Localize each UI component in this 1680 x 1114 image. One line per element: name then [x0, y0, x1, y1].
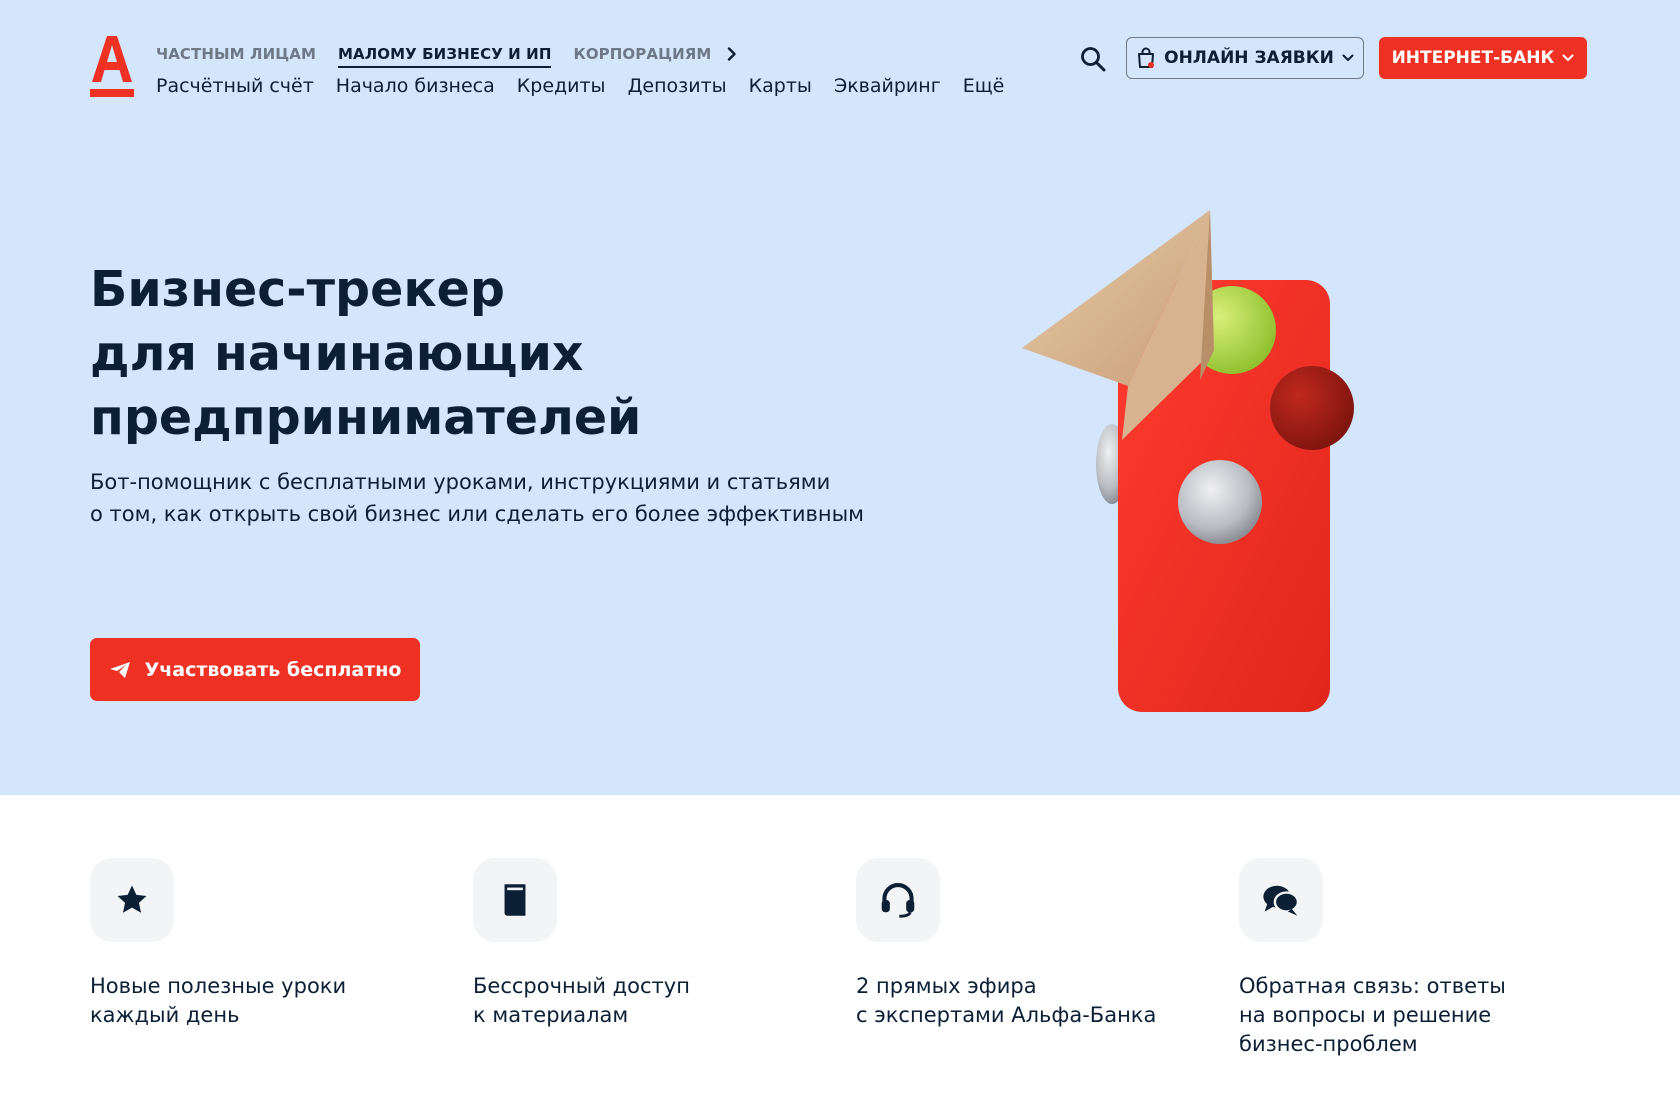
menu-item-acquiring[interactable]: Эквайринг: [834, 75, 941, 97]
chevron-down-icon: [1562, 54, 1574, 61]
subtitle-line: Бот-помощник с бесплатными уроками, инст…: [90, 470, 831, 494]
feature-item: Обратная связь: ответы на вопросы и реше…: [1239, 858, 1599, 1059]
menu-item-business-start[interactable]: Начало бизнеса: [336, 75, 495, 97]
feature-line: Новые полезные уроки: [90, 974, 347, 998]
segment-small-business[interactable]: МАЛОМУ БИЗНЕСУ И ИП: [337, 45, 552, 68]
menu-item-account[interactable]: Расчётный счёт: [156, 75, 314, 97]
segment-private[interactable]: ЧАСТНЫМ ЛИЦАМ: [156, 45, 316, 63]
telegram-plane-icon: [109, 661, 130, 678]
cta-label: Участвовать бесплатно: [144, 658, 402, 681]
title-line: Бизнес-трекер: [90, 261, 505, 318]
alfa-logo-icon[interactable]: [90, 34, 134, 98]
headset-icon: [881, 883, 915, 918]
internet-bank-label: ИНТЕРНЕТ-БАНК: [1391, 48, 1555, 68]
feature-text: Обратная связь: ответы на вопросы и реше…: [1239, 972, 1599, 1059]
chat-bubbles-icon: [1263, 885, 1300, 916]
feature-icon-tile: [1239, 858, 1323, 942]
feature-line: на вопросы и решение: [1239, 1003, 1492, 1027]
feature-line: к материалам: [473, 1003, 629, 1027]
shopping-bag-icon: [1138, 47, 1155, 68]
feature-item: Новые полезные уроки каждый день: [90, 858, 450, 1030]
chevron-right-icon[interactable]: [725, 47, 739, 61]
participate-free-button[interactable]: Участвовать бесплатно: [90, 638, 420, 701]
feature-line: бизнес-проблем: [1239, 1032, 1418, 1056]
main-menu: Расчётный счёт Начало бизнеса Кредиты Де…: [156, 75, 1004, 97]
feature-line: каждый день: [90, 1003, 240, 1027]
menu-item-more[interactable]: Ещё: [963, 75, 1005, 97]
page-title: Бизнес-трекер для начинающих предпринима…: [90, 258, 641, 450]
menu-item-cards[interactable]: Карты: [749, 75, 812, 97]
feature-line: Бессрочный доступ: [473, 974, 690, 998]
feature-line: 2 прямых эфира: [856, 974, 1037, 998]
feature-text: 2 прямых эфира с экспертами Альфа-Банка: [856, 972, 1216, 1030]
features-section: Новые полезные уроки каждый день Бессроч…: [90, 858, 1590, 1068]
feature-line: Обратная связь: ответы: [1239, 974, 1506, 998]
book-icon: [504, 884, 526, 916]
menu-item-deposits[interactable]: Депозиты: [628, 75, 727, 97]
search-icon[interactable]: [1078, 44, 1108, 74]
title-line: для начинающих: [90, 325, 584, 382]
chevron-down-icon: [1342, 54, 1354, 61]
subtitle-line: о том, как открыть свой бизнес или сдела…: [90, 502, 865, 526]
feature-icon-tile: [856, 858, 940, 942]
title-line: предпринимателей: [90, 389, 642, 446]
segment-corporations[interactable]: КОРПОРАЦИЯМ: [573, 45, 711, 63]
feature-text: Новые полезные уроки каждый день: [90, 972, 450, 1030]
feature-item: 2 прямых эфира с экспертами Альфа-Банка: [856, 858, 1216, 1030]
phone-with-paper-plane-illustration: [1022, 210, 1354, 712]
online-applications-button[interactable]: ОНЛАЙН ЗАЯВКИ: [1126, 37, 1364, 79]
feature-line: с экспертами Альфа-Банка: [856, 1003, 1157, 1027]
online-applications-label: ОНЛАЙН ЗАЯВКИ: [1164, 48, 1334, 68]
hero-subtitle: Бот-помощник с бесплатными уроками, инст…: [90, 466, 890, 530]
hero-section: ЧАСТНЫМ ЛИЦАМ МАЛОМУ БИЗНЕСУ И ИП КОРПОР…: [0, 0, 1680, 795]
internet-bank-button[interactable]: ИНТЕРНЕТ-БАНК: [1379, 37, 1587, 79]
star-icon: [117, 885, 147, 913]
segment-nav: ЧАСТНЫМ ЛИЦАМ МАЛОМУ БИЗНЕСУ И ИП КОРПОР…: [156, 40, 739, 68]
feature-item: Бессрочный доступ к материалам: [473, 858, 833, 1030]
feature-icon-tile: [90, 858, 174, 942]
feature-icon-tile: [473, 858, 557, 942]
menu-item-credits[interactable]: Кредиты: [517, 75, 606, 97]
feature-text: Бессрочный доступ к материалам: [473, 972, 833, 1030]
